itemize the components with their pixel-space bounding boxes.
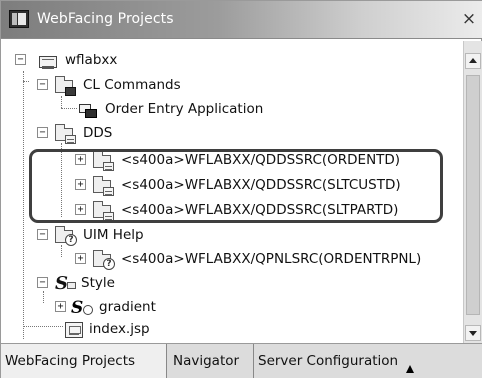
tree-connector [23,71,24,339]
help-folder-icon: ? [93,250,115,270]
collapse-toggle[interactable]: − [37,79,48,90]
scroll-down-icon[interactable] [465,325,481,341]
close-icon[interactable]: × [461,10,477,28]
collapse-toggle[interactable]: − [37,127,48,138]
folder-icon [93,176,115,196]
tree-connector [61,96,62,108]
tree-item-label: wflabxx [65,52,118,68]
view-title-bar[interactable]: WebFacing Projects × [1,1,482,39]
scroll-up-icon[interactable] [465,53,481,69]
tree-connector [23,81,29,82]
tree-item-label: UIM Help [83,227,144,243]
collapse-toggle[interactable]: − [37,229,48,240]
expand-toggle[interactable]: + [55,301,66,312]
tree-item-label: CL Commands [83,77,181,93]
mouse-cursor-icon [406,365,414,373]
project-icon [37,51,59,69]
folder-icon [93,201,115,221]
application-icon [77,100,99,118]
expand-toggle[interactable]: + [75,204,86,215]
view-title: WebFacing Projects [37,11,174,27]
collapse-toggle[interactable]: − [37,277,48,288]
vertical-scrollbar[interactable] [463,41,482,343]
tab-navigator[interactable]: Navigator [169,344,251,378]
style-icon: S [55,274,77,294]
tree-item-label: Order Entry Application [105,101,264,117]
tree-connector [61,143,62,217]
view-icon [9,10,29,28]
folder-icon [55,76,77,96]
tree-item-label: <s400a>WFLABXX/QDDSSRC(SLTCUSTD) [121,177,401,193]
help-folder-icon: ? [55,226,77,246]
tree-item-label: <s400a>WFLABXX/QPNLSRC(ORDENTRPNL) [121,251,422,267]
collapse-toggle[interactable]: − [15,54,26,65]
tree-item-label: gradient [99,299,156,315]
tab-webfacing-projects[interactable]: WebFacing Projects [1,344,167,378]
gradient-icon: S [71,298,93,318]
tree-item-label: index.jsp [89,321,150,337]
view-tab-bar: WebFacing Projects Navigator Server Conf… [1,343,482,378]
tree-connector [61,108,77,109]
tree-item-label: <s400a>WFLABXX/QDDSSRC(ORDENTD) [121,152,401,168]
expand-toggle[interactable]: + [75,154,86,165]
expand-toggle[interactable]: + [75,179,86,190]
jsp-file-icon [63,320,85,338]
folder-icon [55,124,77,144]
tree-item-label: <s400a>WFLABXX/QDDSSRC(SLTPARTD) [121,202,399,218]
project-tree: − wflabxx − CL Commands Order Entry Appl… [1,41,463,343]
tree-connector [43,291,44,303]
tab-server-configuration[interactable]: Server Configuration [253,344,413,378]
expand-toggle[interactable]: + [75,253,86,264]
tree-item-label: DDS [83,125,113,141]
scrollbar-thumb[interactable] [466,75,480,315]
tree-connector [61,245,62,257]
webfacing-projects-view: WebFacing Projects × − wflabxx − CL Comm… [0,0,482,378]
folder-icon [93,151,115,171]
tree-connector [23,326,63,327]
tree-item-label: Style [81,275,115,291]
